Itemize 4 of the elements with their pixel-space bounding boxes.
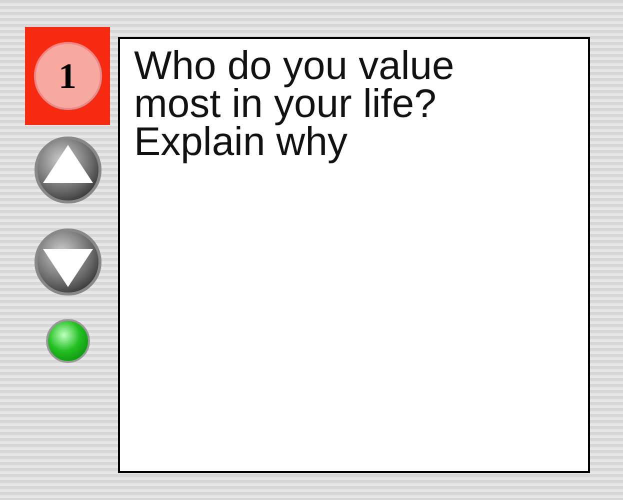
next-button[interactable] (32, 227, 102, 297)
question-text: Who do you value most in your life? Explain why (134, 47, 456, 161)
question-number: 1 (34, 42, 102, 110)
previous-button[interactable] (32, 135, 102, 205)
